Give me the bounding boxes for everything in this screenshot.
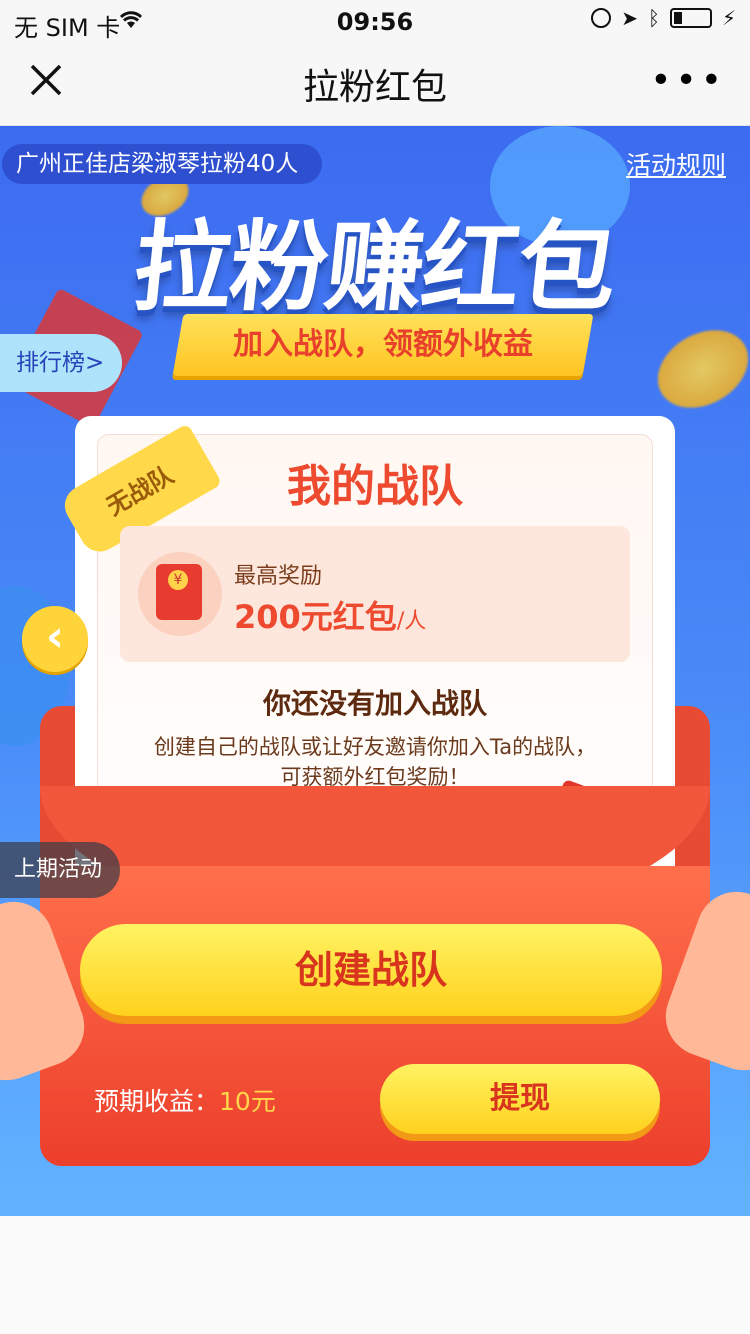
previous-arrow-icon[interactable]: ‹ [22,606,88,672]
charging-icon: ⚡ [721,6,736,30]
desc-line-1: 创建自己的战队或让好友邀请你加入Ta的战队， [153,735,597,759]
team-card-title: 我的战队 [287,461,463,512]
flying-coin [643,314,750,424]
not-joined-heading: 你还没有加入战队 [262,687,487,720]
location-icon: ➤ [621,6,638,30]
nav-bar: 拉粉红包 ••• [0,40,750,126]
orientation-lock-icon [591,8,612,28]
page-title: 拉粉红包 [302,67,447,108]
status-bar: 无 SIM 卡 09:56 ➤ ᛒ ⚡ [0,0,750,42]
envelope-coin-icon [156,564,202,620]
ribbon-text: 加入战队，领额外收益 [233,327,533,362]
last-activity-button[interactable]: 上期活动 [0,842,121,898]
expected-earnings: 预期收益：10元 [94,1082,276,1118]
battery-icon [669,8,712,28]
hero-title: 拉粉赚红包 [128,211,621,325]
recruit-count-tag: 广州正佳店梁淑琴拉粉40人 [2,144,323,184]
join-description: 创建自己的战队或让好友邀请你加入Ta的战队， 可获额外红包奖励！ [75,732,675,792]
earnings-value: 10元 [219,1087,276,1116]
bottom-area [0,1216,750,1334]
bluetooth-icon: ᛒ [647,6,660,30]
reward-box: 最高奖励 200元红包/人 [120,526,630,662]
earnings-label: 预期收益： [94,1087,220,1116]
campaign-stage: 广州正佳店梁淑琴拉粉40人 活动规则 拉粉赚红包 加入战队，领额外收益 排行榜>… [0,126,750,1216]
withdraw-button[interactable]: 提现 [380,1064,660,1134]
reward-value: 200元红包/人 [234,592,426,638]
reward-amount: 200元红包 [234,598,397,636]
reward-label: 最高奖励 [234,564,323,589]
subtitle-ribbon: 加入战队，领额外收益 [172,314,594,376]
reward-unit: /人 [396,609,427,634]
rules-link[interactable]: 活动规则 [626,146,726,182]
leaderboard-button[interactable]: 排行榜> [0,334,123,392]
create-team-button[interactable]: 创建战队 [80,924,662,1016]
more-options-icon[interactable]: ••• [650,60,726,101]
